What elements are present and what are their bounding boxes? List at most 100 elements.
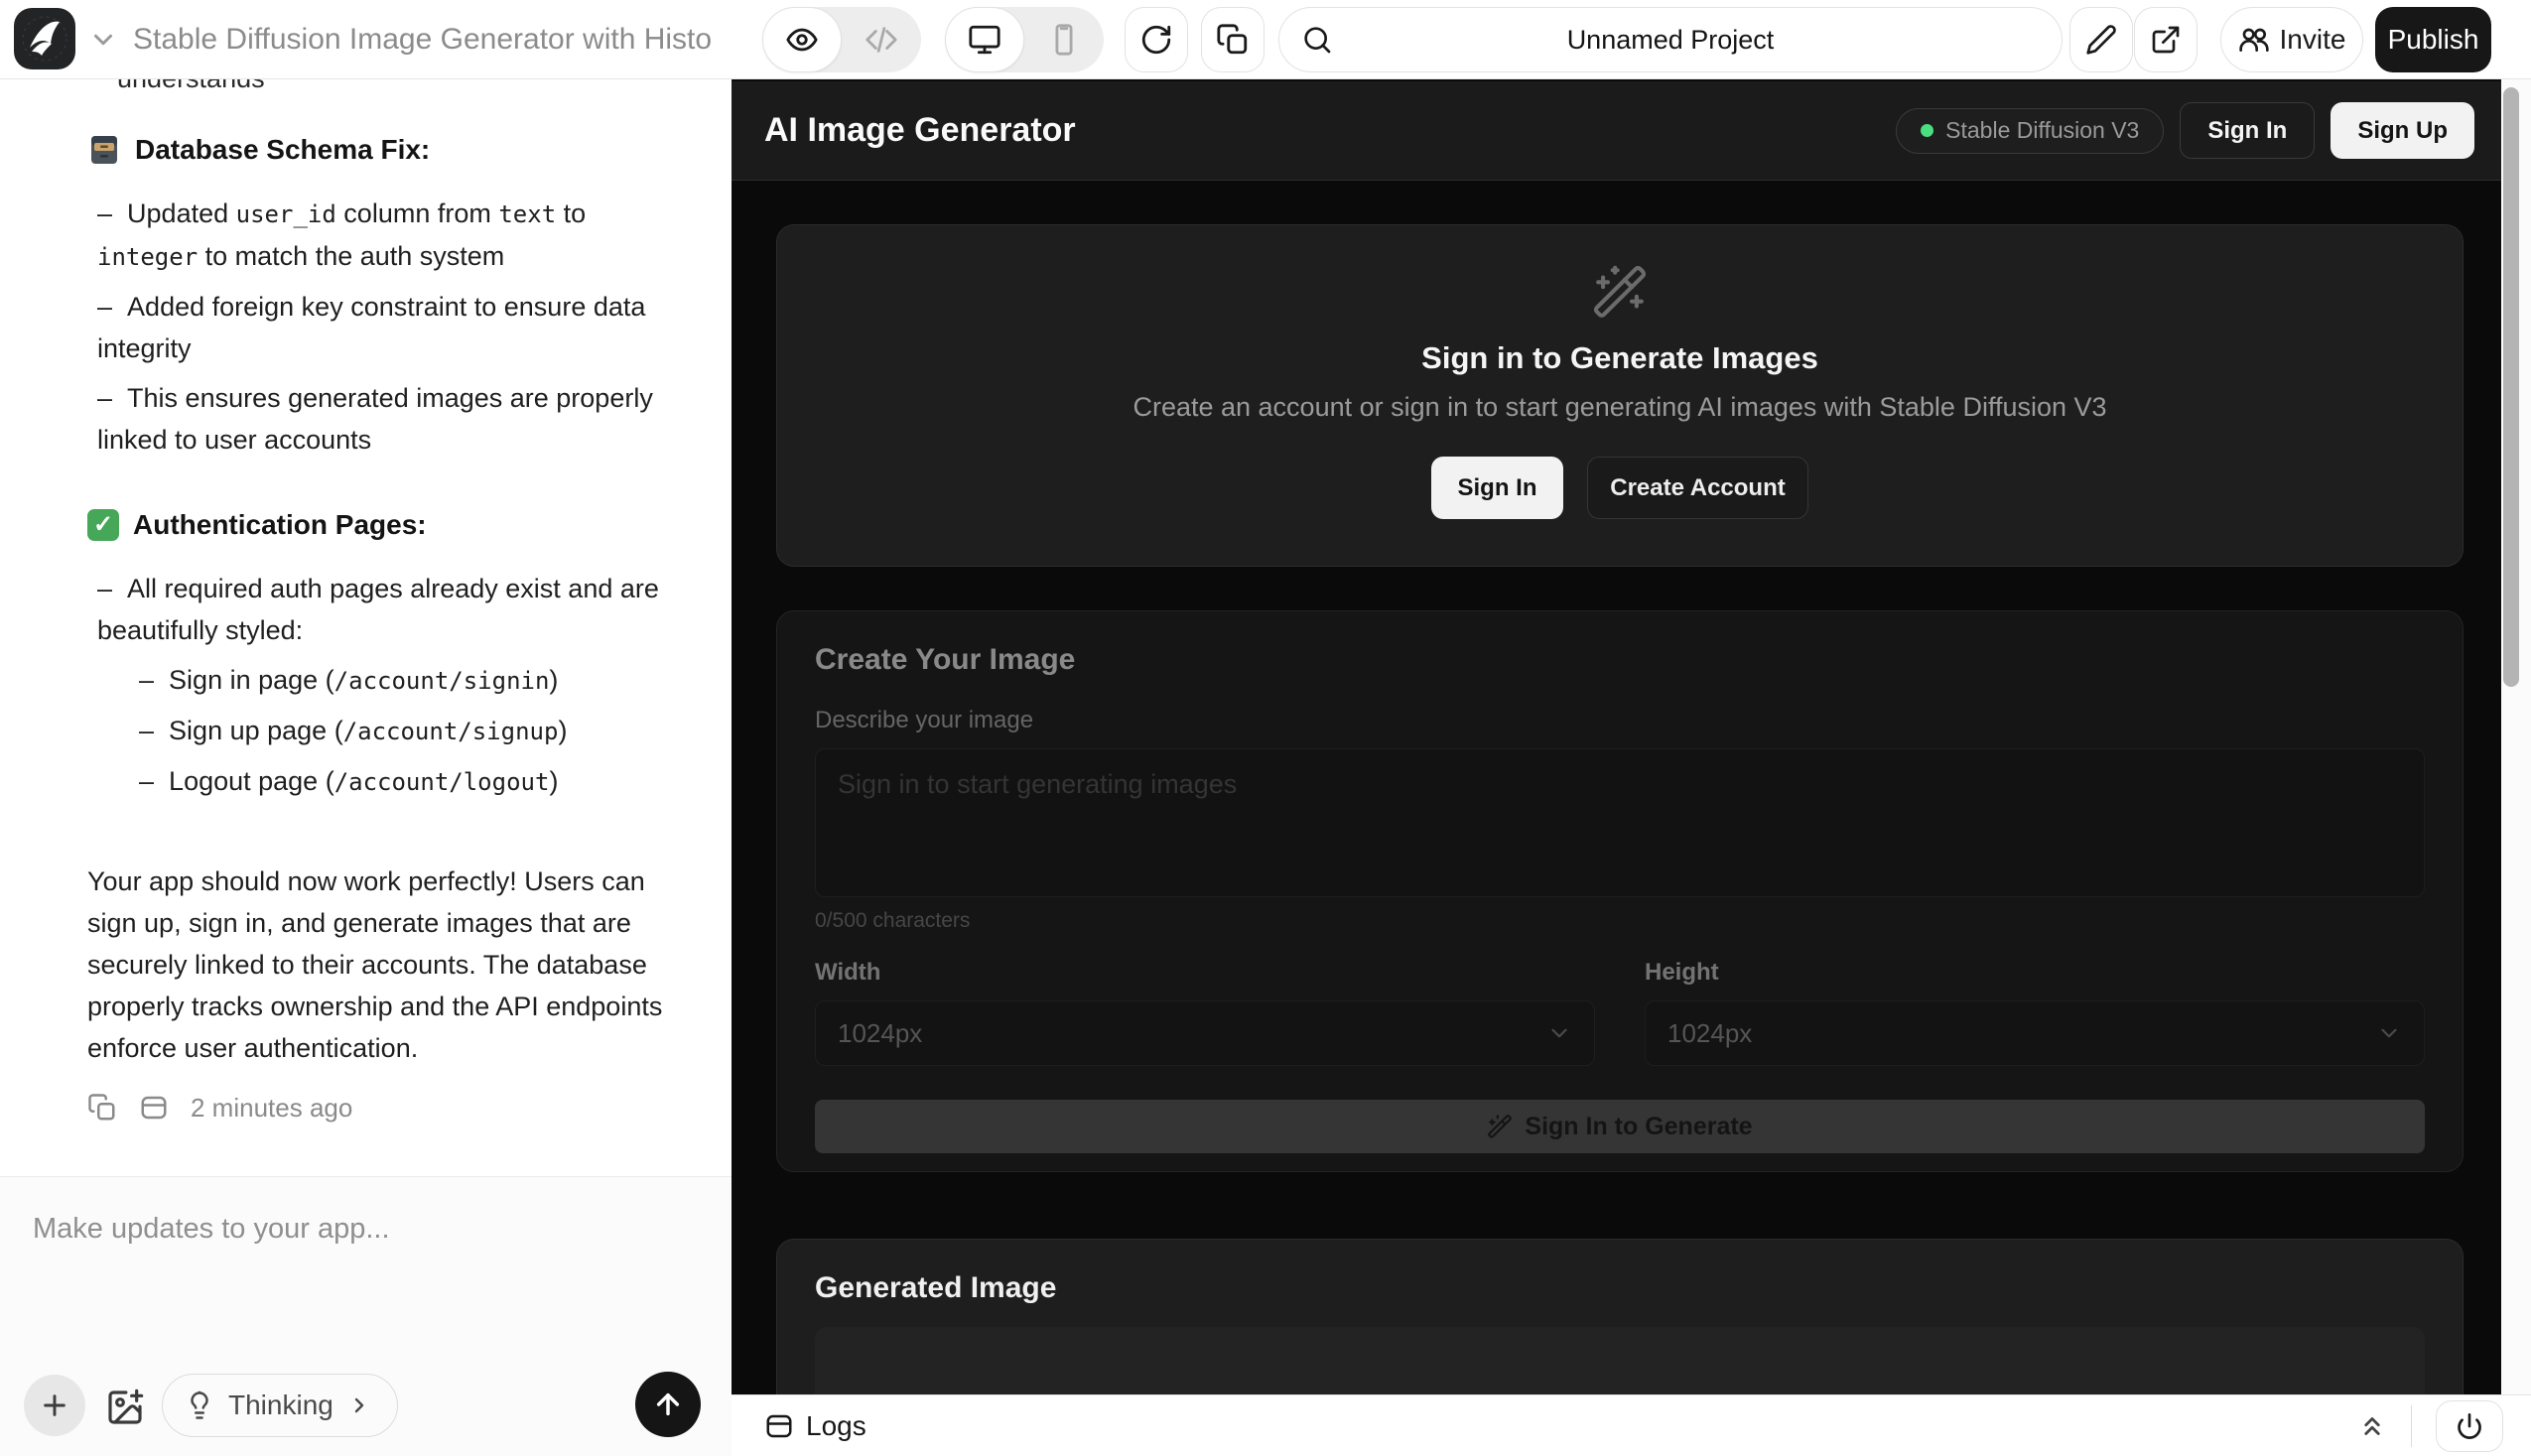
chevron-down-icon — [1546, 1020, 1572, 1046]
list-item: – Logout page (/account/logout) — [129, 760, 668, 803]
power-button[interactable] — [2436, 1400, 2503, 1452]
chevrons-up-icon — [2357, 1411, 2387, 1441]
logo-swoosh-icon — [14, 8, 75, 69]
char-count: 0/500 characters — [815, 909, 2425, 933]
signin-card-subtitle: Create an account or sign in to start ge… — [1132, 392, 2106, 423]
screen: Stable Diffusion Image Generator with Hi… — [0, 0, 2531, 1456]
preview-app-title: AI Image Generator — [764, 111, 1076, 150]
width-select[interactable]: 1024px — [815, 1000, 1595, 1066]
chat-message: understands Database Schema Fix: – Updat… — [0, 79, 732, 1176]
thinking-mode-button[interactable]: Thinking — [162, 1374, 398, 1437]
list-item: – Sign up page (/account/signup) — [129, 710, 668, 752]
app-preview: AI Image Generator Stable Diffusion V3 S… — [732, 79, 2531, 1456]
lightbulb-icon — [185, 1390, 214, 1420]
create-account-button[interactable]: Create Account — [1587, 457, 1808, 519]
code-mode-button[interactable] — [842, 7, 921, 72]
width-label: Width — [815, 959, 1595, 987]
chat-panel: understands Database Schema Fix: – Updat… — [0, 79, 732, 1456]
model-badge: Stable Diffusion V3 — [1896, 108, 2164, 154]
wand-sparkles-icon — [1487, 1114, 1513, 1139]
project-url-bar[interactable]: Unnamed Project — [1278, 7, 2063, 72]
refresh-button[interactable] — [1125, 7, 1188, 72]
list-item: – Sign in page (/account/signin) — [129, 659, 668, 702]
view-mode-toggle — [762, 7, 921, 72]
eye-icon — [785, 23, 819, 57]
auth-section-heading: ✓ Authentication Pages: — [87, 504, 668, 546]
preview-app-body: Sign in to Generate Images Create an acc… — [732, 181, 2501, 1394]
logs-toggle[interactable]: Logs — [764, 1410, 866, 1442]
open-external-button[interactable] — [2134, 7, 2198, 72]
db-bullet-list: – Updated user_id column from text to in… — [87, 193, 668, 461]
chevron-down-icon — [88, 25, 118, 55]
generated-card-title: Generated Image — [815, 1271, 2425, 1305]
invite-label: Invite — [2280, 24, 2346, 56]
list-item: – Added foreign key constraint to ensure… — [87, 286, 668, 369]
arrow-up-icon — [652, 1389, 684, 1420]
code-icon — [865, 23, 898, 57]
copy-message-icon[interactable] — [87, 1093, 117, 1123]
send-button[interactable] — [635, 1372, 701, 1437]
smartphone-icon — [1047, 23, 1081, 57]
plus-icon — [39, 1390, 70, 1421]
list-item: – Updated user_id column from text to in… — [87, 193, 668, 278]
chevron-right-icon — [347, 1393, 371, 1417]
signin-card-title: Sign in to Generate Images — [1421, 340, 1818, 376]
card-sign-in-button[interactable]: Sign In — [1431, 457, 1563, 519]
version-card-icon[interactable] — [139, 1093, 169, 1123]
thinking-label: Thinking — [228, 1390, 333, 1421]
app-logo[interactable] — [14, 8, 75, 69]
add-attachment-button[interactable] — [24, 1375, 85, 1436]
wand-sparkles-icon — [1591, 263, 1649, 321]
top-bar: Stable Diffusion Image Generator with Hi… — [0, 0, 2531, 79]
generated-image-card: Generated Image — [776, 1239, 2464, 1394]
monitor-icon — [968, 23, 1001, 57]
header-sign-in-button[interactable]: Sign In — [2180, 102, 2315, 159]
height-select[interactable]: 1024px — [1645, 1000, 2425, 1066]
publish-label: Publish — [2388, 24, 2479, 56]
prompt-textarea[interactable]: Sign in to start generating images — [815, 748, 2425, 897]
image-plus-icon — [105, 1388, 145, 1427]
preview-scrollbar-track[interactable] — [2501, 79, 2531, 1394]
list-item: – This ensures generated images are prop… — [87, 377, 668, 461]
file-cabinet-icon — [87, 133, 121, 167]
status-dot — [1921, 124, 1933, 137]
preview-scrollbar-thumb[interactable] — [2503, 87, 2519, 687]
edit-project-button[interactable] — [2069, 7, 2133, 72]
preview-viewport: AI Image Generator Stable Diffusion V3 S… — [732, 79, 2501, 1394]
logs-bar: Logs — [732, 1394, 2531, 1456]
signin-prompt-card: Sign in to Generate Images Create an acc… — [776, 224, 2464, 567]
desktop-view-button[interactable] — [945, 7, 1024, 72]
header-sign-up-button[interactable]: Sign Up — [2331, 102, 2474, 159]
duplicate-button[interactable] — [1201, 7, 1265, 72]
invite-button[interactable]: Invite — [2220, 7, 2363, 72]
message-footer: 2 minutes ago — [87, 1087, 668, 1128]
project-menu-chevron[interactable] — [85, 22, 121, 58]
logs-label: Logs — [806, 1410, 866, 1442]
window-title: Stable Diffusion Image Generator with Hi… — [133, 0, 719, 79]
mobile-view-button[interactable] — [1024, 7, 1104, 72]
add-image-button[interactable] — [103, 1386, 147, 1429]
check-badge-icon: ✓ — [87, 509, 119, 541]
create-image-card: Create Your Image Describe your image Si… — [776, 610, 2464, 1172]
project-name: Unnamed Project — [1279, 25, 2062, 56]
composer-input[interactable] — [33, 1213, 698, 1372]
expand-logs-button[interactable] — [2357, 1411, 2387, 1441]
list-item: – All required auth pages already exist … — [87, 568, 668, 651]
chat-clipped-line: understands — [117, 79, 668, 99]
chevron-down-icon — [2376, 1020, 2402, 1046]
logs-panel-icon — [764, 1411, 794, 1441]
prompt-placeholder: Sign in to start generating images — [838, 769, 1237, 799]
device-toggle — [945, 7, 1104, 72]
generate-button[interactable]: Sign In to Generate — [815, 1100, 2425, 1153]
publish-button[interactable]: Publish — [2375, 7, 2491, 72]
preview-mode-button[interactable] — [762, 7, 842, 72]
describe-label: Describe your image — [815, 707, 2425, 734]
preview-app-header: AI Image Generator Stable Diffusion V3 S… — [732, 81, 2501, 181]
refresh-icon — [1139, 23, 1173, 57]
message-timestamp: 2 minutes ago — [191, 1087, 352, 1128]
db-section-heading: Database Schema Fix: — [87, 129, 668, 171]
users-icon — [2238, 24, 2270, 56]
height-label: Height — [1645, 959, 2425, 987]
power-icon — [2456, 1412, 2483, 1440]
copy-icon — [1216, 23, 1250, 57]
